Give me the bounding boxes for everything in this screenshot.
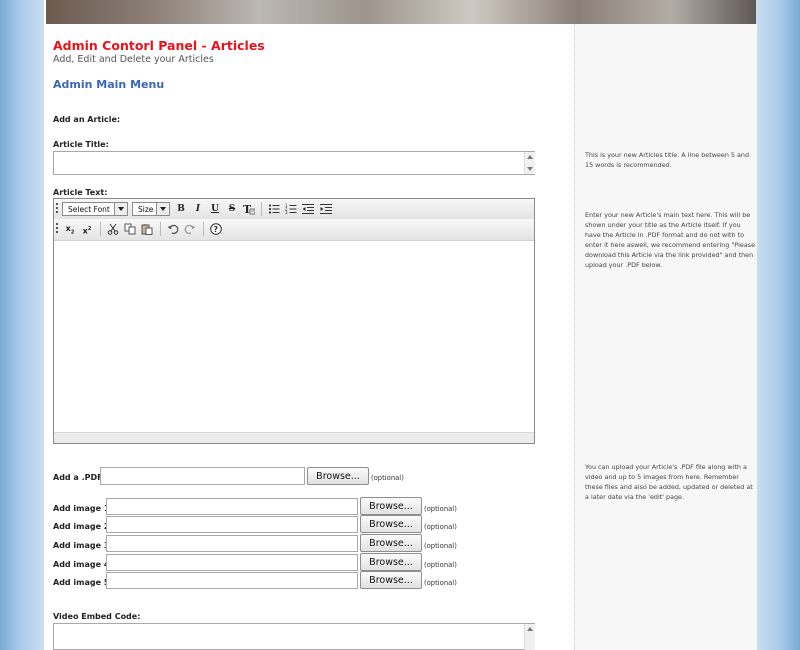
optional-note: (optional) (424, 505, 457, 513)
copy-icon[interactable] (124, 223, 136, 235)
cut-icon[interactable] (107, 223, 119, 235)
toolbar-grip-icon[interactable] (56, 223, 58, 235)
article-title-scrollbar[interactable] (524, 152, 535, 174)
strikethrough-button[interactable]: S (225, 202, 239, 216)
image-2-label: Add image 2: (53, 522, 113, 531)
rich-text-editor: Select Font Size B I U S T 123 x2 x2 ? (53, 198, 535, 444)
admin-main-menu-link[interactable]: Admin Main Menu (53, 78, 164, 91)
article-text-edit-area[interactable] (54, 241, 534, 433)
italic-button[interactable]: I (191, 202, 205, 216)
image-4-browse-button[interactable]: Browse... (360, 553, 422, 571)
editor-toolbar-row-2: x2 x2 ? (54, 219, 534, 241)
image-3-browse-button[interactable]: Browse... (360, 534, 422, 552)
pdf-browse-button[interactable]: Browse... (307, 467, 369, 485)
optional-note: (optional) (371, 474, 404, 482)
image-5-file-input[interactable] (106, 572, 358, 589)
video-embed-input[interactable] (53, 623, 535, 650)
image-1-label: Add image 1: (53, 504, 113, 513)
size-select-value: Size (138, 205, 154, 214)
font-select[interactable]: Select Font (62, 202, 128, 216)
chevron-down-icon[interactable] (114, 203, 127, 215)
image-3-label: Add image 3: (53, 541, 113, 550)
scroll-up-icon[interactable] (527, 627, 533, 631)
scroll-up-icon[interactable] (527, 155, 533, 159)
toolbar-separator (203, 222, 204, 236)
pdf-upload-label: Add a .PDF: (53, 473, 106, 482)
subscript-button[interactable]: x2 (63, 222, 77, 236)
image-2-browse-button[interactable]: Browse... (360, 515, 422, 533)
image-1-browse-button[interactable]: Browse... (360, 497, 422, 515)
optional-note: (optional) (424, 579, 457, 587)
image-1-file-input[interactable] (106, 498, 358, 515)
font-select-value: Select Font (68, 205, 110, 214)
upload-help-text: You can upload your Article's .PDF file … (585, 463, 753, 501)
undo-icon[interactable] (167, 223, 179, 235)
article-title-label: Article Title: (53, 140, 109, 149)
superscript-button[interactable]: x2 (80, 222, 94, 236)
page-subtitle: Add, Edit and Delete your Articles (53, 54, 214, 65)
header-banner-image (46, 0, 756, 24)
image-5-browse-button[interactable]: Browse... (360, 571, 422, 589)
image-4-label: Add image 4: (53, 560, 113, 569)
optional-note: (optional) (424, 523, 457, 531)
svg-text:?: ? (213, 225, 218, 234)
clear-format-icon[interactable]: T (243, 203, 255, 215)
title-help-text: This is your new Articles title. A line … (585, 151, 750, 169)
optional-note: (optional) (424, 542, 457, 550)
help-sidebar: This is your new Articles title. A line … (574, 24, 757, 650)
toolbar-separator (100, 222, 101, 236)
chevron-down-icon[interactable] (156, 203, 169, 215)
video-embed-label: Video Embed Code: (53, 612, 141, 621)
image-3-file-input[interactable] (106, 535, 358, 552)
size-select[interactable]: Size (132, 202, 170, 216)
paste-icon[interactable] (141, 223, 153, 235)
toolbar-separator (160, 222, 161, 236)
image-5-label: Add image 5: (53, 578, 113, 587)
redo-icon[interactable] (184, 223, 196, 235)
image-2-file-input[interactable] (106, 516, 358, 533)
page-title: Admin Contorl Panel - Articles (53, 38, 265, 53)
text-help-text: Enter your new Article's main text here.… (585, 211, 756, 269)
video-embed-scrollbar[interactable] (524, 624, 535, 650)
article-title-input[interactable] (53, 151, 535, 175)
image-4-file-input[interactable] (106, 554, 358, 571)
optional-note: (optional) (424, 561, 457, 569)
editor-toolbar-row-1: Select Font Size B I U S T 123 (54, 199, 534, 220)
toolbar-grip-icon[interactable] (56, 203, 58, 215)
help-icon[interactable]: ? (210, 223, 222, 235)
svg-text:3: 3 (285, 210, 288, 215)
pdf-file-input[interactable] (100, 467, 305, 485)
scroll-down-icon[interactable] (527, 167, 533, 171)
editor-status-bar (54, 432, 534, 443)
underline-button[interactable]: U (208, 202, 222, 216)
outdent-icon[interactable] (302, 203, 314, 215)
page-content: Admin Contorl Panel - Articles Add, Edit… (44, 0, 757, 650)
bullet-list-icon[interactable] (268, 203, 280, 215)
add-article-heading: Add an Article: (53, 115, 121, 124)
indent-icon[interactable] (320, 203, 332, 215)
article-text-label: Article Text: (53, 188, 108, 197)
bold-button[interactable]: B (174, 202, 188, 216)
numbered-list-icon[interactable]: 123 (285, 203, 297, 215)
toolbar-separator (261, 202, 262, 216)
